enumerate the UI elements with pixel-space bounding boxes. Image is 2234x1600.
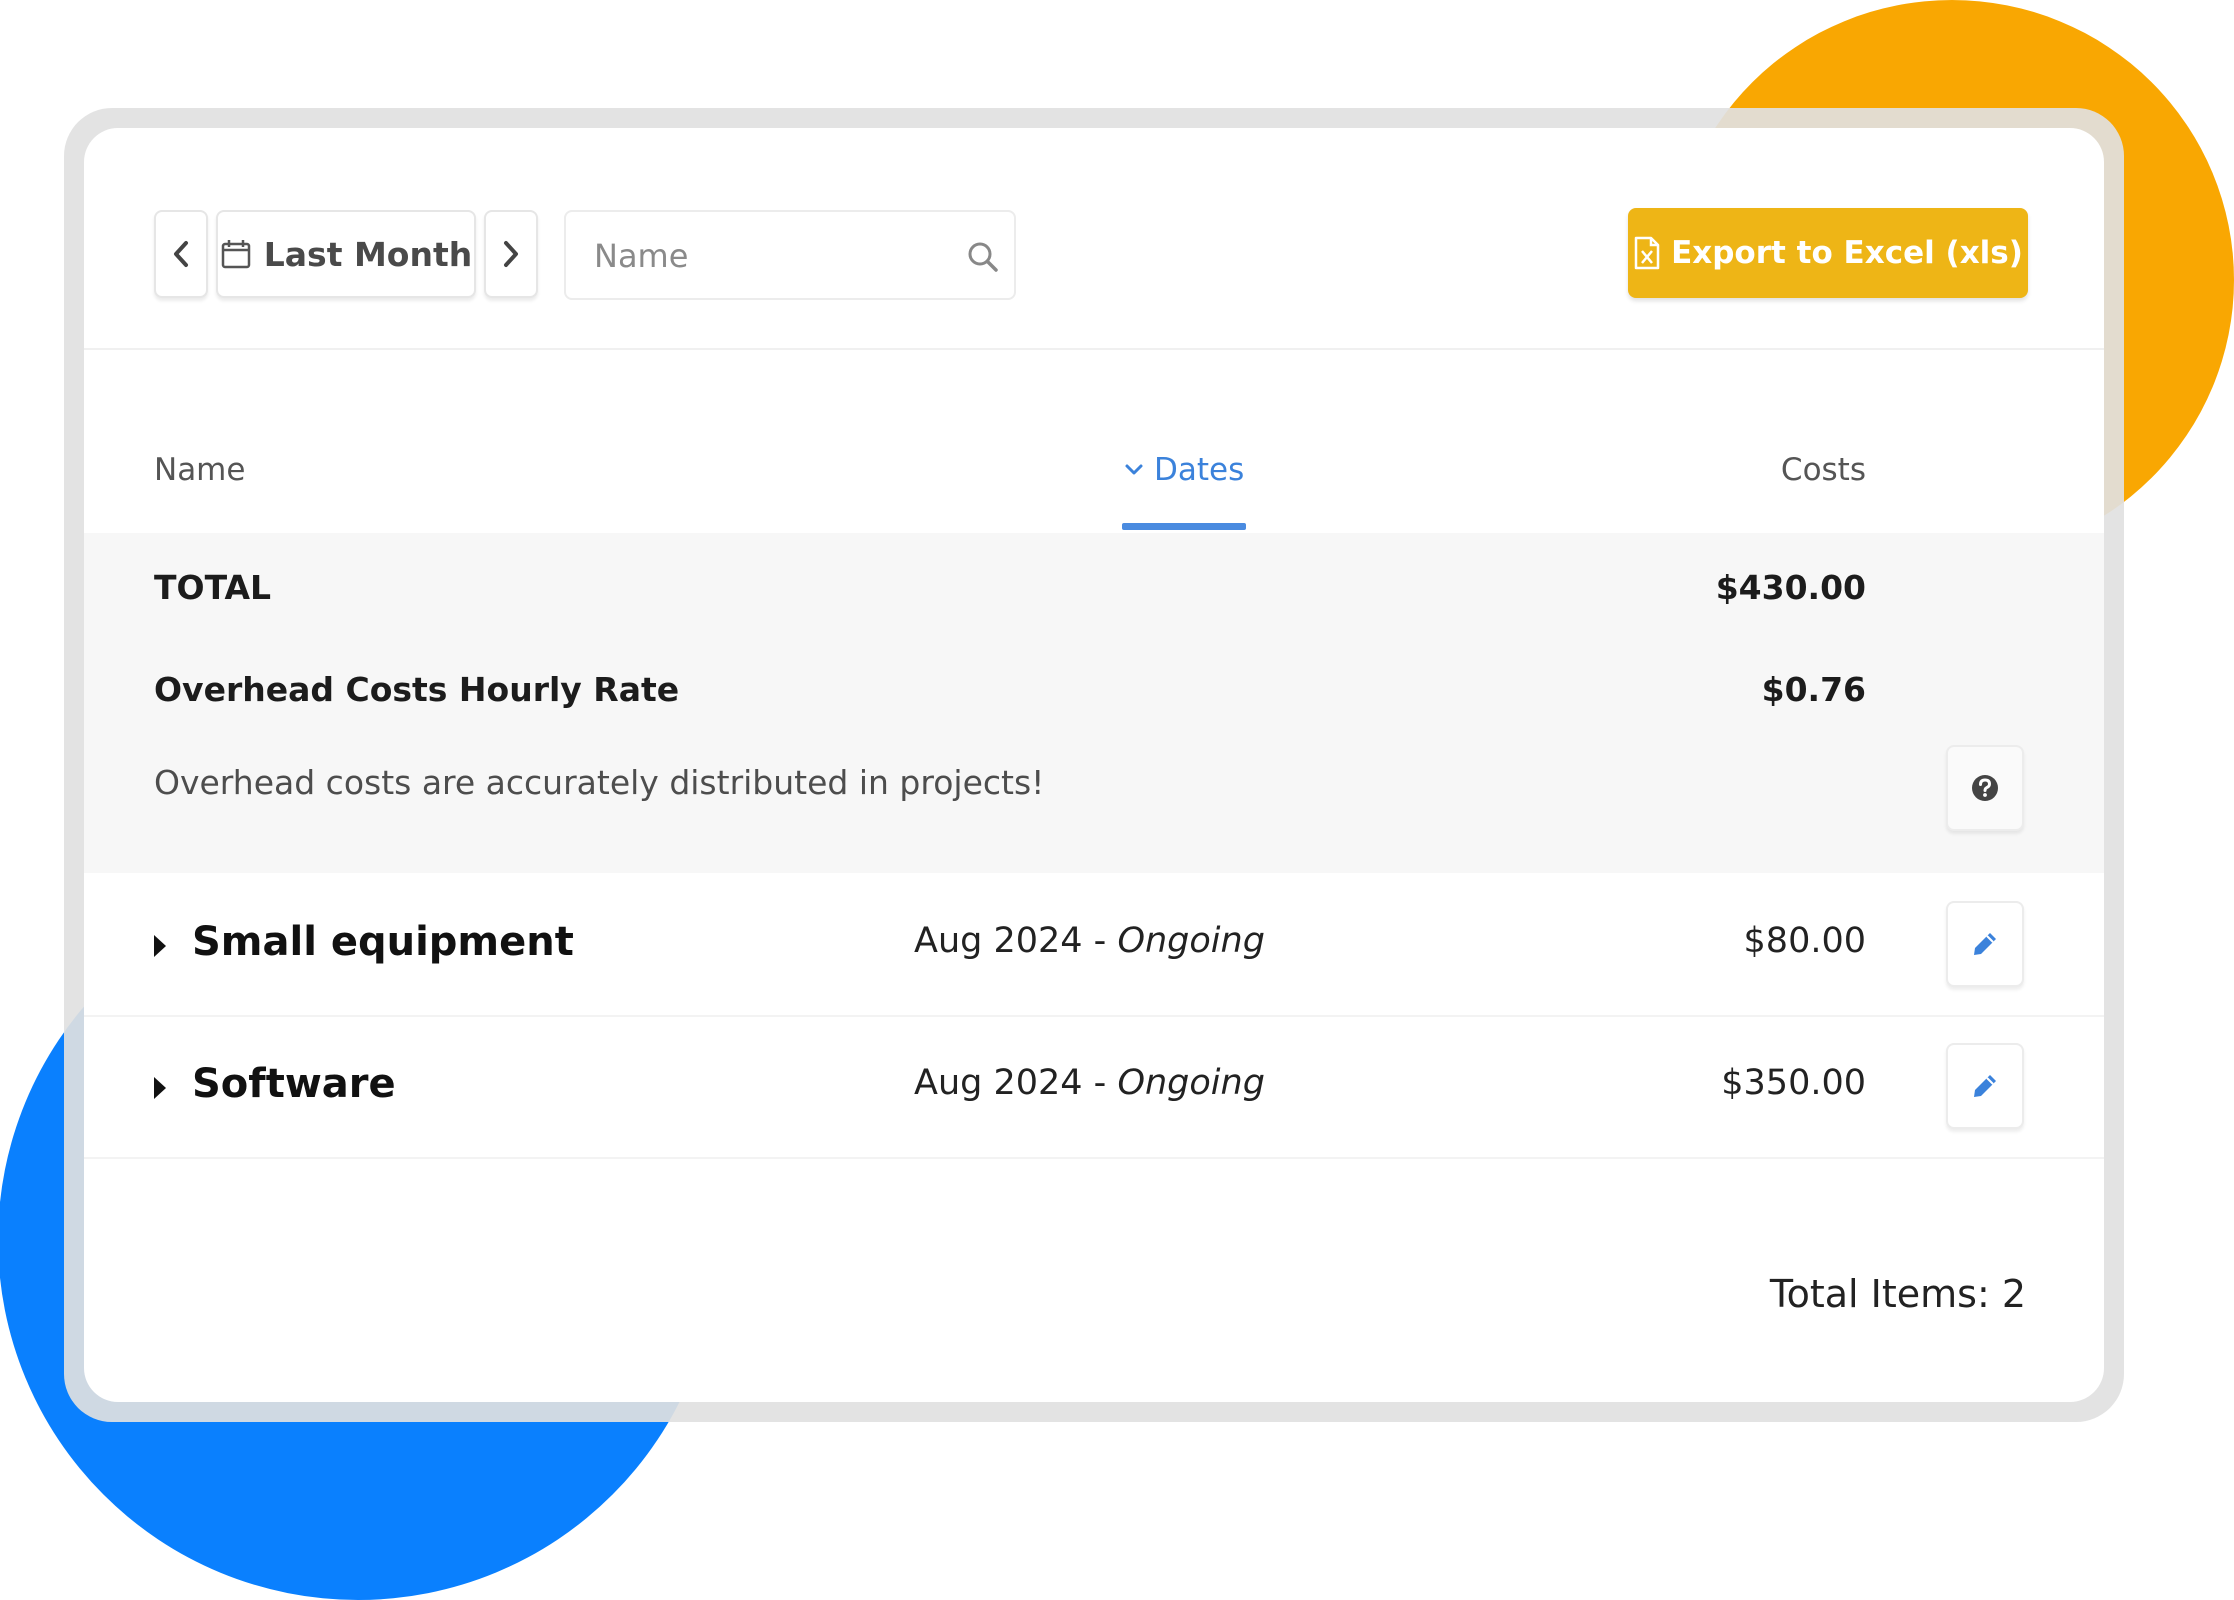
hourly-rate-label: Overhead Costs Hourly Rate [154, 670, 680, 709]
help-button[interactable] [1946, 745, 2024, 831]
export-label: Export to Excel (xls) [1671, 235, 2023, 271]
row-cost: $80.00 [1743, 921, 1866, 961]
row-cost: $350.00 [1721, 1063, 1866, 1103]
table-row: Software Aug 2024 - Ongoing $350.00 [84, 1015, 2104, 1159]
row-end-date: Ongoing [1117, 921, 1265, 961]
next-period-button[interactable] [484, 210, 538, 298]
row-dates: Aug 2024 - Ongoing [914, 921, 1265, 961]
pencil-icon [1974, 933, 1996, 955]
chevron-right-icon [504, 241, 518, 267]
export-excel-button[interactable]: Export to Excel (xls) [1628, 208, 2028, 298]
row-name: Small equipment [192, 919, 574, 965]
previous-period-button[interactable] [154, 210, 208, 298]
active-column-indicator [1122, 523, 1246, 530]
summary-section: TOTAL $430.00 Overhead Costs Hourly Rate… [84, 533, 2104, 873]
hourly-rate-value: $0.76 [1761, 670, 1866, 709]
excel-file-icon [1634, 236, 1660, 270]
question-circle-icon [1972, 775, 1998, 801]
column-header-dates-label: Dates [1154, 452, 1245, 488]
column-header-costs[interactable]: Costs [1781, 452, 1866, 488]
edit-button[interactable] [1946, 1043, 2024, 1129]
expand-caret-icon[interactable] [154, 1077, 166, 1099]
total-label: TOTAL [154, 568, 272, 607]
column-header-name[interactable]: Name [154, 452, 245, 488]
search-icon[interactable] [966, 240, 1000, 274]
table-row: Small equipment Aug 2024 - Ongoing $80.0… [84, 873, 2104, 1017]
name-search [564, 210, 1016, 300]
pencil-icon [1974, 1075, 1996, 1097]
expand-caret-icon[interactable] [154, 935, 166, 957]
overhead-costs-panel: Last Month Export to Excel (xls) Name Da… [84, 128, 2104, 1402]
period-label: Last Month [263, 234, 473, 274]
total-value: $430.00 [1715, 568, 1866, 607]
row-date-separator: - [1082, 921, 1118, 961]
total-items-count: Total Items: 2 [1769, 1272, 2026, 1316]
row-start-date: Aug 2024 [914, 1063, 1083, 1103]
column-header-dates[interactable]: Dates [1124, 452, 1244, 488]
toolbar: Last Month Export to Excel (xls) [84, 128, 2104, 350]
distribution-info-text: Overhead costs are accurately distribute… [154, 763, 1045, 802]
row-name: Software [192, 1061, 396, 1107]
row-date-separator: - [1082, 1063, 1118, 1103]
row-end-date: Ongoing [1117, 1063, 1265, 1103]
row-start-date: Aug 2024 [914, 921, 1083, 961]
row-dates: Aug 2024 - Ongoing [914, 1063, 1265, 1103]
chevron-down-icon [1125, 464, 1143, 475]
chevron-left-icon [174, 241, 188, 267]
edit-button[interactable] [1946, 901, 2024, 987]
calendar-icon [221, 240, 250, 269]
search-input[interactable] [592, 230, 956, 282]
period-selector-button[interactable]: Last Month [216, 210, 476, 298]
